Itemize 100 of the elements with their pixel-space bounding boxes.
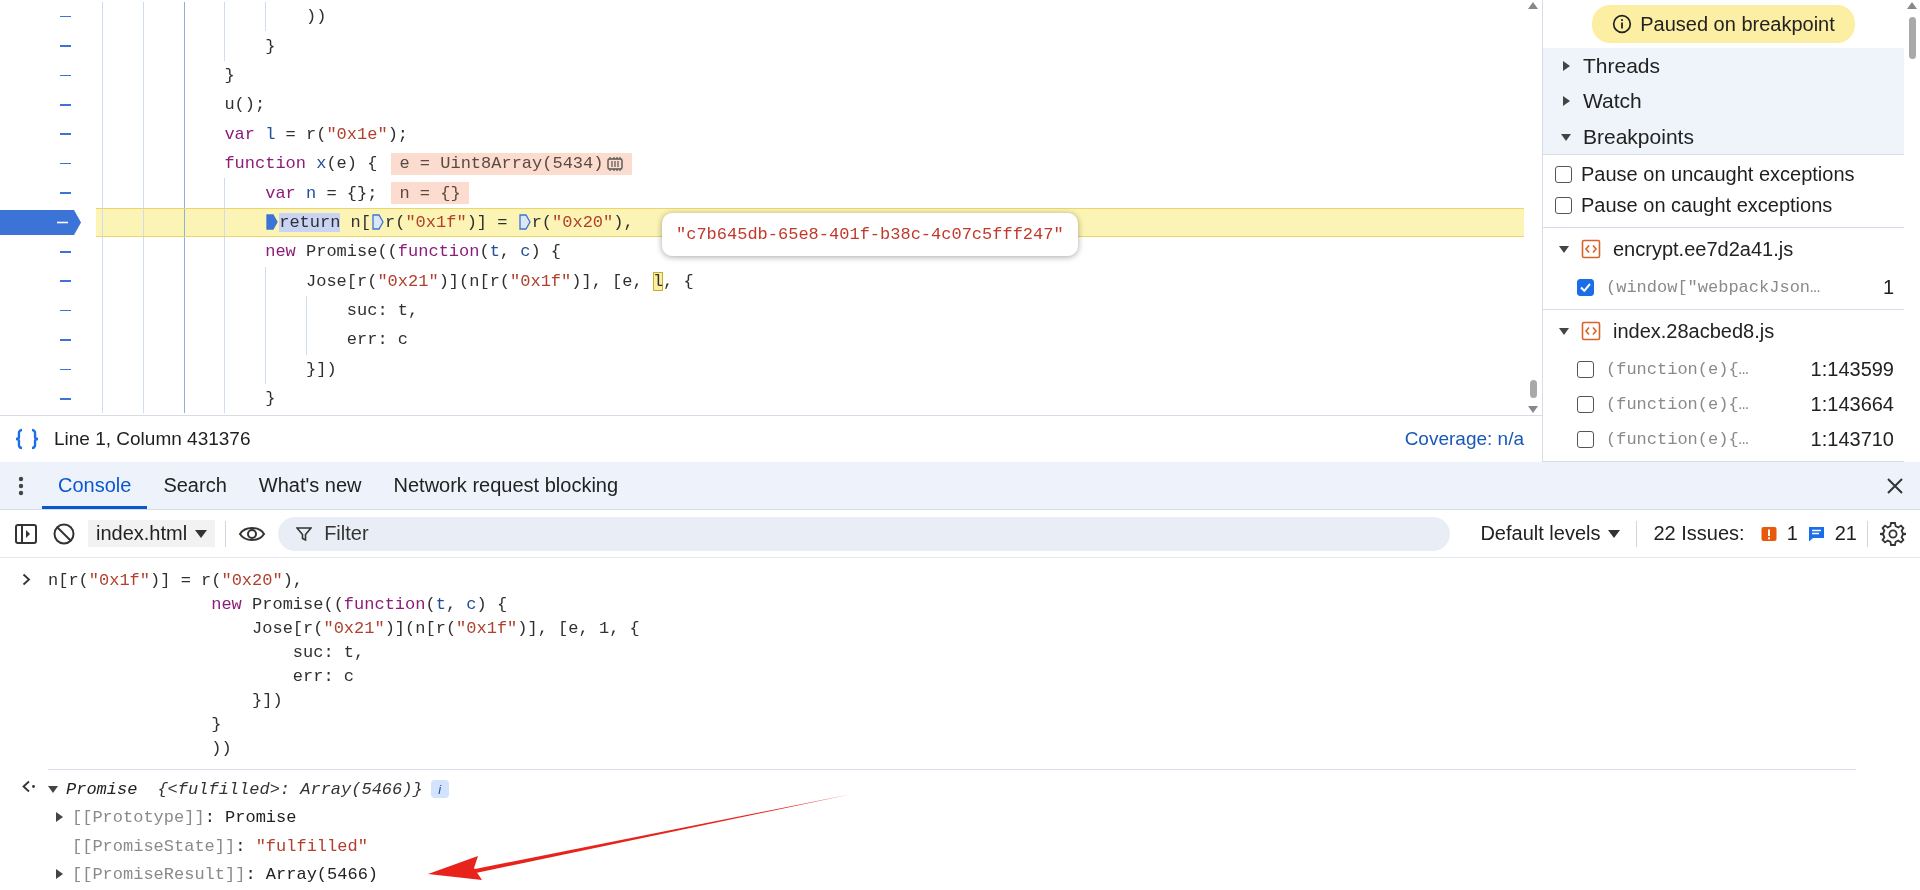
checkbox[interactable] [1577,279,1594,296]
code-text: var l = r("0x1e"); [224,124,409,144]
code-text: }]) [306,359,337,379]
dropdown-caret-icon [195,529,208,538]
warning-icon [1760,525,1777,542]
value-popover: "c7b645db-65e8-401f-b38c-4c07c5fff247" [662,213,1078,256]
checkbox-label: Pause on uncaught exceptions [1581,163,1855,186]
code-text: new Promise((function(t, c) { [265,242,562,262]
code-text: } [224,65,235,85]
gutter-dash[interactable] [60,397,71,400]
gutter-dash[interactable] [60,368,71,371]
scroll-up-icon[interactable] [1907,2,1917,9]
drawer-tab[interactable]: What's new [242,462,378,509]
info-icon [1612,14,1633,34]
close-icon[interactable] [1886,476,1904,495]
code-text: return n[ [279,212,371,232]
section-toggle[interactable]: Breakpoints [1543,119,1904,155]
code-text: err: c [292,666,355,686]
code-text: n[r("0x1f")] = r("0x20"), [48,570,304,590]
log-levels-dropdown[interactable]: Default levels [1474,521,1627,546]
code-text: } [265,36,276,56]
issues-button[interactable]: 22 Issues: [1647,521,1751,546]
coverage-link[interactable]: Coverage: n/a [1404,428,1524,450]
scrollbar-thumb[interactable] [1529,380,1537,398]
code-text: function x(e) { [224,154,378,174]
context-dropdown[interactable]: index.html [88,520,216,547]
file-group-toggle[interactable]: encrypt.ee7d2a41.js [1543,228,1904,270]
gutter-dash[interactable] [60,162,71,165]
code-text: suc: t, [292,642,365,662]
breakpoint-code: (window["webpackJson… [1606,278,1821,297]
file-code-icon [1581,239,1601,259]
breakpoint-code: (function(e){… [1606,360,1749,379]
file-code-icon [1581,321,1601,341]
code-text: err: c [346,330,408,350]
gutter-dash[interactable] [60,15,71,18]
inline-breakpoint-icon[interactable] [372,213,384,232]
input-prompt-icon [22,573,31,586]
inline-breakpoint-icon[interactable] [518,213,531,232]
inline-value-text: n = {} [399,183,461,203]
property-entry: [[PromiseState]]: "fulfilled" [72,836,368,856]
drawer-tab[interactable]: Console [42,462,148,509]
scrollbar-thumb[interactable] [1908,17,1916,59]
code-text: suc: t, [346,301,419,321]
cursor-position: Line 1, Column 431376 [54,428,251,450]
gutter-dash[interactable] [60,133,71,136]
code-text: }]) [252,690,283,710]
checkbox[interactable] [1555,197,1572,214]
dropdown-caret-icon [1608,529,1621,538]
gutter-dash[interactable] [60,309,71,312]
collapse-triangle-icon [1561,60,1571,71]
code-text: var n = {}; [265,183,378,203]
memory-chip-icon[interactable] [606,155,625,172]
execution-line-marker[interactable] [0,207,82,237]
issue-count: 21 [1834,522,1857,545]
code-text: Jose[r("0x21")](n[r("0x1f")], [e, 1, { [252,618,640,638]
checkbox[interactable] [1577,396,1594,413]
drawer-tab[interactable]: Network request blocking [377,462,635,509]
breakpoint-location: 1:143710 [1810,428,1894,451]
inline-value-text: e = Uint8Array(5434) [399,154,604,174]
issue-count: 1 [1786,522,1798,545]
expand-triangle-icon [1559,326,1569,336]
code-text: r("0x20"), [531,212,634,232]
checkbox[interactable] [1577,361,1594,378]
expand-triangle-icon [1561,131,1571,142]
breakpoint-code: (function(e){… [1606,395,1749,414]
code-text: } [211,714,222,734]
banner-text: Paused on breakpoint [1640,12,1835,36]
drawer-tab[interactable]: Search [147,462,243,509]
code-text: new Promise((function(t, c) { [211,594,508,614]
breakpoint-location: 1 [1882,276,1894,299]
expand-triangle-icon [1559,244,1569,254]
collapse-triangle-icon [1561,96,1571,107]
section-toggle[interactable]: Threads [1543,48,1904,84]
checkbox[interactable] [1577,431,1594,448]
collapse-triangle-icon [54,869,64,880]
checkbox-label: Pause on caught exceptions [1581,194,1833,217]
expand-triangle-icon [48,784,58,795]
filter-field[interactable]: Filter [278,516,1451,551]
result-arrow-icon [22,780,36,793]
result-toggle[interactable]: Promise [48,779,138,799]
code-text: r("0x1f")] = [385,212,509,232]
pretty-print-icon[interactable] [14,428,40,450]
file-group-toggle[interactable]: index.28acbed8.js [1543,310,1904,352]
collapse-triangle-icon [54,812,64,823]
info-badge[interactable]: i [430,780,449,799]
code-text: )) [211,738,232,758]
code-text: )) [306,7,327,27]
scroll-down-icon[interactable] [1528,406,1538,413]
scroll-up-icon[interactable] [1528,2,1538,9]
breakpoint-location: 1:143664 [1810,393,1894,416]
code-text: u(); [224,95,266,115]
code-text: } [265,389,276,409]
more-options-icon[interactable] [18,474,24,497]
section-toggle[interactable]: Watch [1543,83,1904,120]
gutter-dash[interactable] [60,74,71,77]
checkbox[interactable] [1555,166,1572,183]
result-summary: {<fulfilled>: Array(5466)} [157,779,423,799]
property-entry[interactable]: [[Prototype]]: Promise [72,808,297,828]
breakpoint-code: (function(e){… [1606,430,1749,449]
property-entry[interactable]: [[PromiseResult]]: Array(5466) [72,865,379,885]
